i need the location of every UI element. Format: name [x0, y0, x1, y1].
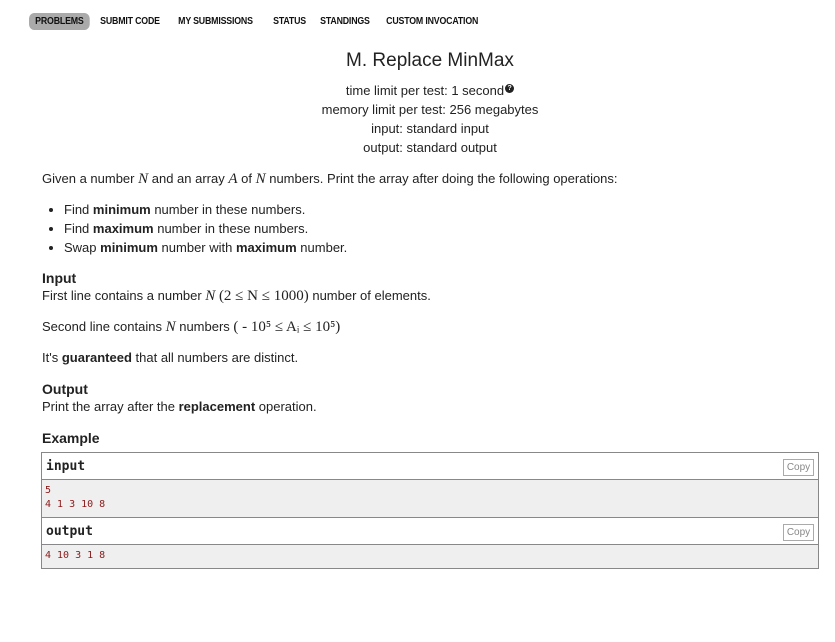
intro-text: numbers. Print the array after doing the… — [265, 171, 618, 186]
input-line-3: It's guaranteed that all numbers are dis… — [42, 349, 822, 367]
input-text: It's — [42, 350, 62, 365]
var-n: N — [165, 319, 176, 335]
intro-text: and an array — [148, 171, 229, 186]
example-title: Example — [42, 430, 100, 446]
var-n: N — [138, 171, 149, 187]
example-output-label: output — [46, 524, 93, 539]
output-text: operation. — [255, 399, 317, 414]
list-item: Find maximum number in these numbers. — [64, 219, 822, 238]
example-box: input Copy 5 4 1 3 10 8 output Copy 4 10… — [41, 452, 819, 569]
memory-limit: memory limit per test: 256 megabytes — [321, 102, 539, 117]
math-constraint: ( - 10⁵ ≤ Aᵢ ≤ 10⁵) — [233, 319, 341, 335]
input-text: First line contains a number — [42, 288, 206, 303]
bullet-bold: maximum — [92, 221, 154, 236]
nav-submit-code[interactable]: Submit Code — [94, 13, 166, 30]
example-input-header: input Copy — [42, 453, 818, 480]
question-icon[interactable]: ? — [505, 84, 515, 93]
input-text: numbers — [175, 319, 234, 334]
input-text: Second line contains — [42, 319, 166, 334]
operations-list: Find minimum number in these numbers. Fi… — [42, 200, 822, 257]
input-bold: guaranteed — [61, 350, 132, 365]
problem-title: M. Replace MinMax — [346, 50, 514, 71]
bullet-text: number in these numbers. — [153, 221, 309, 236]
var-n: N — [255, 171, 266, 187]
bullet-text: number in these numbers. — [150, 202, 306, 217]
nav-custom-invocation[interactable]: Custom Invocation — [380, 13, 484, 30]
intro-text: Given a number — [42, 171, 139, 186]
output-line: Print the array after the replacement op… — [42, 398, 822, 416]
time-limit: time limit per test: 1 second? — [0, 81, 835, 100]
example-output-body: 4 10 3 1 8 — [42, 545, 818, 568]
output-bold: replacement — [178, 399, 256, 414]
input-text: number of elements. — [308, 288, 431, 303]
bullet-text: Swap — [64, 240, 101, 255]
list-item: Find minimum number in these numbers. — [64, 200, 822, 219]
nav-my-submissions[interactable]: My Submissions — [172, 13, 259, 30]
var-a: A — [228, 171, 238, 187]
bullet-bold: minimum — [100, 240, 158, 255]
problem-header: M. Replace MinMax time limit per test: 1… — [0, 50, 835, 157]
nav-problems[interactable]: Problems — [29, 12, 90, 30]
bullet-text: number. — [296, 240, 348, 255]
example-input-line: 5 — [45, 485, 52, 496]
example-output-line: 4 10 3 1 8 — [45, 550, 106, 561]
example-output-header: output Copy — [42, 518, 818, 545]
input-line-1: First line contains a number N (2 ≤ N ≤ … — [42, 287, 822, 305]
var-n: N — [205, 288, 216, 304]
output-spec: output: standard output — [363, 140, 497, 155]
bullet-text: Find — [64, 221, 93, 236]
list-item: Swap minimum number with maximum number. — [64, 238, 822, 257]
time-limit-text: time limit per test: 1 second — [345, 83, 505, 98]
example-input-body: 5 4 1 3 10 8 — [42, 480, 818, 518]
bullet-bold: minimum — [92, 202, 151, 217]
statement-intro: Given a number N and an array A of N num… — [42, 170, 822, 188]
input-text: that all numbers are distinct. — [131, 350, 299, 365]
problem-statement: Given a number N and an array A of N num… — [42, 170, 822, 446]
output-section-title: Output — [42, 381, 88, 397]
nav-standings[interactable]: Standings — [314, 13, 376, 30]
bullet-text: Find — [64, 202, 93, 217]
copy-input-button[interactable]: Copy — [783, 459, 814, 476]
math-constraint: (2 ≤ N ≤ 1000) — [218, 288, 309, 304]
input-spec: input: standard input — [371, 121, 489, 136]
input-line-2: Second line contains N numbers ( - 10⁵ ≤… — [42, 318, 822, 336]
input-section-title: Input — [42, 270, 77, 286]
nav-status[interactable]: Status — [267, 13, 312, 30]
bullet-bold: maximum — [235, 240, 297, 255]
copy-output-button[interactable]: Copy — [783, 524, 814, 541]
intro-text: of — [237, 171, 256, 186]
top-navigation: Problems Submit Code My Submissions Stat… — [29, 12, 495, 30]
example-input-label: input — [46, 459, 86, 474]
bullet-text: number with — [157, 240, 236, 255]
example-input-line: 4 1 3 10 8 — [45, 499, 106, 510]
output-text: Print the array after the — [42, 399, 179, 414]
